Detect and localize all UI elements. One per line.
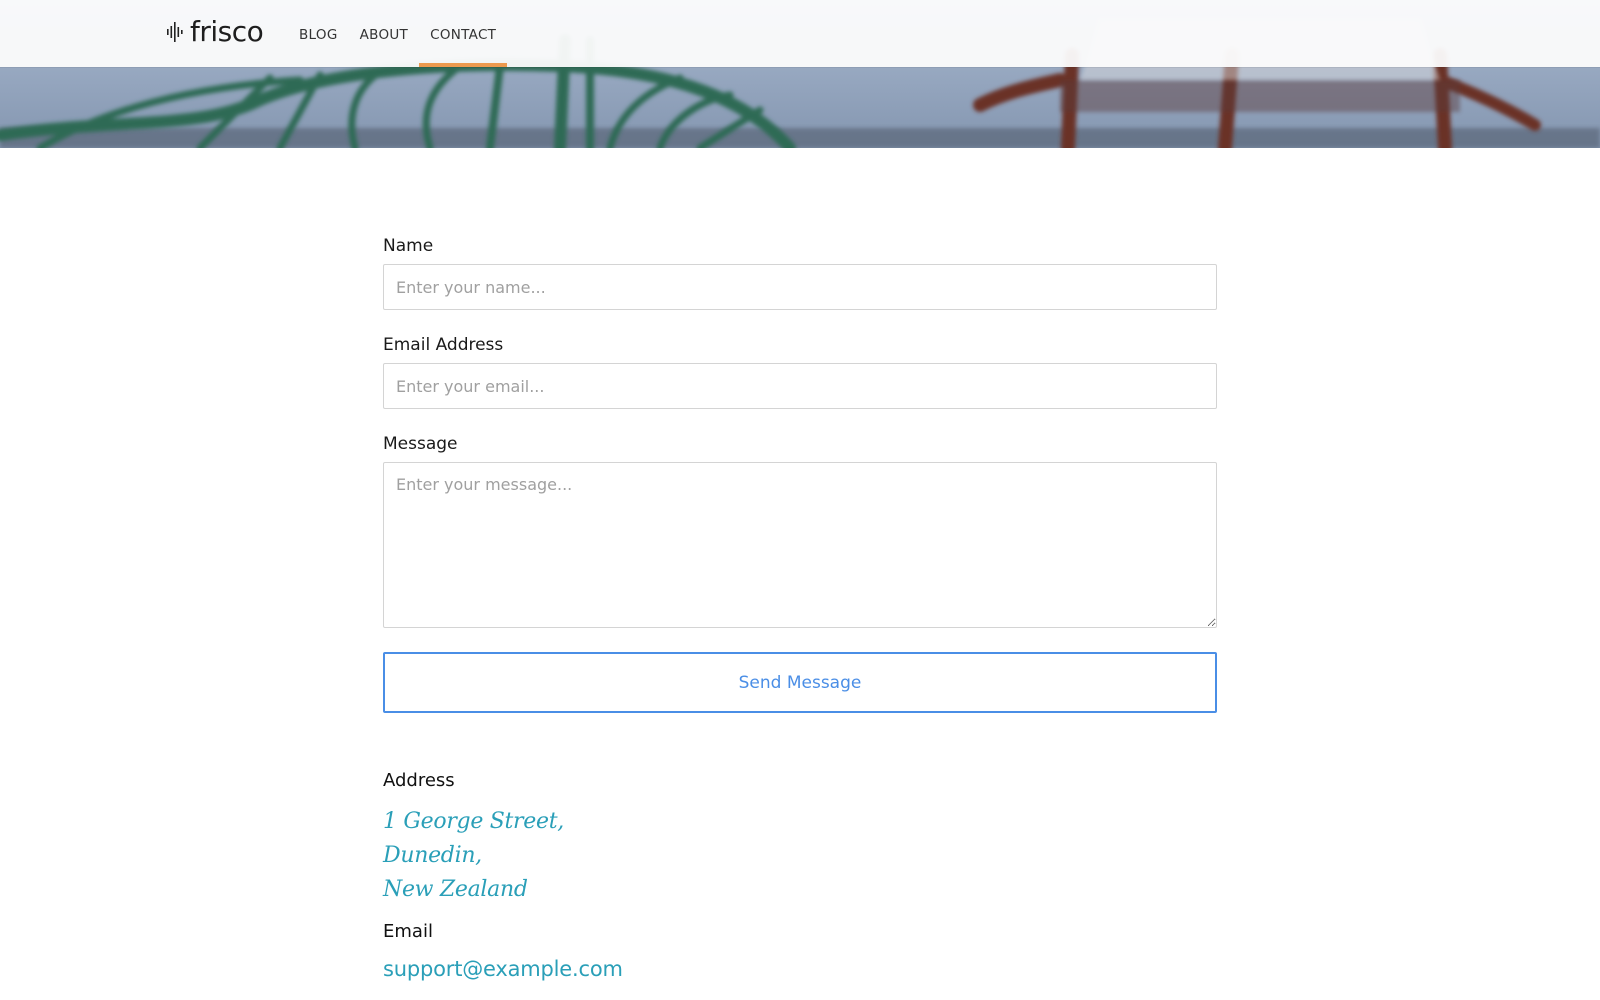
message-textarea[interactable] xyxy=(383,462,1217,628)
name-field-group: Name xyxy=(383,236,1217,310)
message-label: Message xyxy=(383,434,458,454)
top-navbar: frisco BLOG ABOUT CONTACT xyxy=(0,0,1600,67)
email-heading: Email xyxy=(383,921,433,942)
soundwave-icon xyxy=(167,22,183,42)
nav-item-blog[interactable]: BLOG xyxy=(288,0,349,67)
name-label: Name xyxy=(383,236,434,256)
address-line: 1 George Street, xyxy=(383,809,564,834)
name-input[interactable] xyxy=(383,264,1217,310)
message-field-group: Message xyxy=(383,434,1217,628)
hero-banner: frisco BLOG ABOUT CONTACT xyxy=(0,0,1600,148)
brand-name: frisco xyxy=(190,15,264,48)
address-line: Dunedin, xyxy=(383,843,482,868)
nav-item-label: ABOUT xyxy=(359,26,409,43)
support-email-link[interactable]: support@example.com xyxy=(383,957,623,981)
contact-info: Address 1 George Street, Dunedin, New Ze… xyxy=(383,770,1217,981)
site-logo[interactable]: frisco xyxy=(166,14,264,50)
main-nav: BLOG ABOUT CONTACT xyxy=(288,0,508,67)
nav-item-label: CONTACT xyxy=(430,26,497,43)
email-field-group: Email Address xyxy=(383,335,1217,409)
address-block: 1 George Street, Dunedin, New Zealand xyxy=(383,805,1217,907)
nav-item-about[interactable]: ABOUT xyxy=(349,0,420,67)
send-message-button[interactable]: Send Message xyxy=(383,652,1217,713)
contact-form: Name Email Address Message Send Message xyxy=(383,236,1217,713)
address-line: New Zealand xyxy=(383,877,528,902)
nav-item-label: BLOG xyxy=(299,26,338,43)
email-input[interactable] xyxy=(383,363,1217,409)
nav-item-contact[interactable]: CONTACT xyxy=(419,0,508,67)
address-heading: Address xyxy=(383,770,455,791)
email-label: Email Address xyxy=(383,335,504,355)
